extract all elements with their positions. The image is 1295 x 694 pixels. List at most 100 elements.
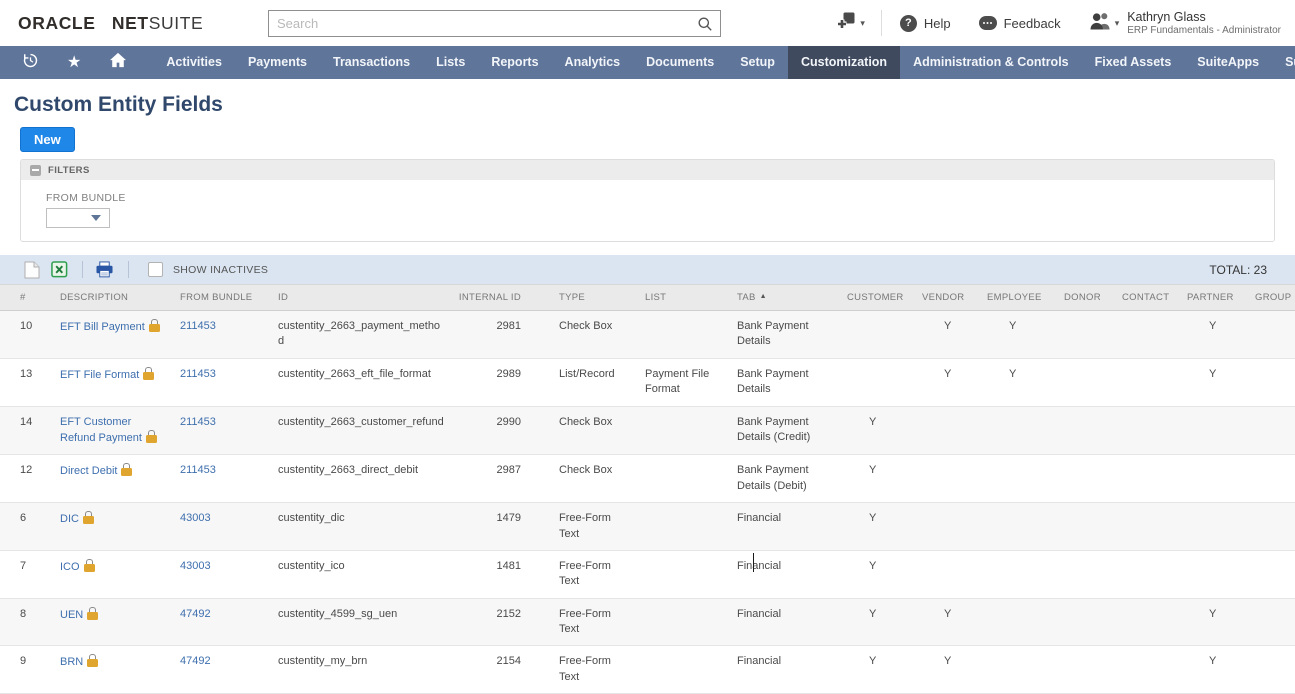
- bundle-link[interactable]: 211453: [180, 464, 216, 476]
- cell-description: DIC: [40, 503, 160, 551]
- cell-internal-id: 2989: [496, 367, 521, 380]
- new-button[interactable]: New: [20, 127, 75, 152]
- search-icon[interactable]: [697, 16, 713, 37]
- column-header-list[interactable]: LIST: [625, 284, 735, 311]
- nav-item-reports[interactable]: Reports: [478, 46, 551, 79]
- description-link[interactable]: EFT Bill Payment: [60, 321, 145, 333]
- shortcuts-button[interactable]: ★: [53, 46, 95, 79]
- app-header: ORACLE NETSUITE ▾ ? Help Feedback: [0, 0, 1295, 46]
- cell-donor: [1062, 358, 1120, 406]
- cell-group: [1253, 455, 1295, 503]
- bundle-link[interactable]: 211453: [180, 368, 216, 380]
- nav-item-setup[interactable]: Setup: [727, 46, 788, 79]
- cell-vendor: Y: [944, 655, 952, 668]
- cell-customer: Y: [869, 512, 877, 525]
- description-link[interactable]: EFT File Format: [60, 369, 139, 381]
- cell-from-bundle: 211453: [160, 406, 258, 455]
- cell-contact: [1120, 503, 1185, 551]
- search-input[interactable]: [269, 10, 720, 36]
- bundle-link[interactable]: 211453: [180, 416, 216, 428]
- header-right: ▾ ? Help Feedback ▾ Kathryn Glass ERP Fu…: [837, 10, 1295, 36]
- column-header-num[interactable]: #: [0, 284, 40, 311]
- export-excel-button[interactable]: [51, 261, 68, 278]
- cell-num: 10: [20, 320, 33, 332]
- cell-contact: [1120, 598, 1185, 646]
- column-header-contact[interactable]: CONTACT: [1120, 284, 1185, 311]
- feedback-icon: [978, 16, 997, 30]
- cell-partner: Y: [1209, 320, 1217, 332]
- column-header-from-bundle[interactable]: FROM BUNDLE: [160, 284, 258, 311]
- description-link[interactable]: ICO: [60, 561, 80, 573]
- bundle-link[interactable]: 43003: [180, 560, 211, 572]
- collapse-icon[interactable]: [30, 164, 41, 176]
- lock-icon: [145, 429, 157, 443]
- chevron-down-icon: [91, 215, 101, 221]
- cell-from-bundle: 43003: [160, 503, 258, 551]
- nav-item-activities[interactable]: Activities: [153, 46, 235, 79]
- description-link[interactable]: DIC: [60, 513, 79, 525]
- cell-type: List/Record: [559, 367, 615, 380]
- quick-add-icon: [837, 11, 857, 36]
- home-button[interactable]: [95, 46, 141, 79]
- column-header-employee[interactable]: EMPLOYEE: [985, 284, 1062, 311]
- nav-item-analytics[interactable]: Analytics: [552, 46, 634, 79]
- cell-type: Free-Form Text: [559, 655, 611, 683]
- export-csv-button[interactable]: [24, 261, 40, 279]
- description-link[interactable]: BRN: [60, 656, 83, 668]
- cell-tab: Bank Payment Details: [737, 367, 809, 396]
- description-link[interactable]: Direct Debit: [60, 465, 117, 477]
- quick-add-menu[interactable]: ▾: [837, 11, 865, 36]
- cell-type: Check Box: [559, 320, 613, 332]
- nav-item-administration-controls[interactable]: Administration & Controls: [900, 46, 1082, 79]
- nav-item-customization[interactable]: Customization: [787, 46, 901, 79]
- nav-item-fixed-assets[interactable]: Fixed Assets: [1082, 46, 1185, 79]
- show-inactives-checkbox[interactable]: [148, 262, 163, 277]
- cell-tab: Financial: [737, 655, 782, 668]
- description-link[interactable]: EFT Customer Refund Payment: [60, 416, 142, 444]
- help-button[interactable]: ? Help: [899, 14, 951, 32]
- cell-list: [625, 550, 735, 598]
- cell-group: [1253, 503, 1295, 551]
- column-header-description[interactable]: DESCRIPTION: [40, 284, 160, 311]
- cell-employee: [985, 406, 1062, 455]
- excel-icon: [51, 261, 68, 278]
- cell-description: UEN: [40, 598, 160, 646]
- lock-icon: [83, 558, 95, 572]
- nav-item-documents[interactable]: Documents: [633, 46, 727, 79]
- logo-suite-text: SUITE: [148, 12, 204, 33]
- toolbar-divider: [128, 261, 129, 278]
- filters-header[interactable]: FILTERS: [21, 160, 1274, 180]
- cell-vendor: [920, 503, 985, 551]
- print-button[interactable]: [95, 261, 114, 278]
- column-header-tab[interactable]: TAB ▲: [735, 284, 845, 311]
- column-header-donor[interactable]: DONOR: [1062, 284, 1120, 311]
- cell-employee: Y: [1009, 367, 1017, 380]
- cell-tab: Financial: [737, 607, 782, 620]
- description-link[interactable]: UEN: [60, 609, 83, 621]
- nav-item-lists[interactable]: Lists: [423, 46, 478, 79]
- nav-item-support[interactable]: Support: [1272, 46, 1295, 79]
- column-header-vendor[interactable]: VENDOR: [920, 284, 985, 311]
- bundle-link[interactable]: 47492: [180, 608, 211, 620]
- bundle-link[interactable]: 211453: [180, 320, 216, 332]
- cell-description: BRN: [40, 646, 160, 694]
- nav-item-transactions[interactable]: Transactions: [320, 46, 423, 79]
- column-header-id[interactable]: ID: [258, 284, 450, 311]
- column-header-internal-id[interactable]: INTERNAL ID: [450, 284, 525, 311]
- column-header-customer[interactable]: CUSTOMER: [845, 284, 920, 311]
- column-header-group[interactable]: GROUP: [1253, 284, 1295, 311]
- bundle-link[interactable]: 43003: [180, 512, 211, 524]
- column-header-type[interactable]: TYPE: [525, 284, 625, 311]
- user-menu[interactable]: ▾ Kathryn Glass ERP Fundamentals - Admin…: [1089, 10, 1281, 36]
- bundle-link[interactable]: 47492: [180, 655, 211, 667]
- from-bundle-select[interactable]: [46, 208, 110, 228]
- cell-internal-id: 2154: [496, 655, 521, 668]
- cell-description: ICO: [40, 550, 160, 598]
- feedback-button[interactable]: Feedback: [978, 16, 1061, 31]
- history-clock-icon: [22, 52, 39, 74]
- recent-records-button[interactable]: [0, 46, 53, 79]
- nav-item-suiteapps[interactable]: SuiteApps: [1184, 46, 1272, 79]
- cell-list: [625, 311, 735, 359]
- nav-item-payments[interactable]: Payments: [235, 46, 320, 79]
- column-header-partner[interactable]: PARTNER: [1185, 284, 1253, 311]
